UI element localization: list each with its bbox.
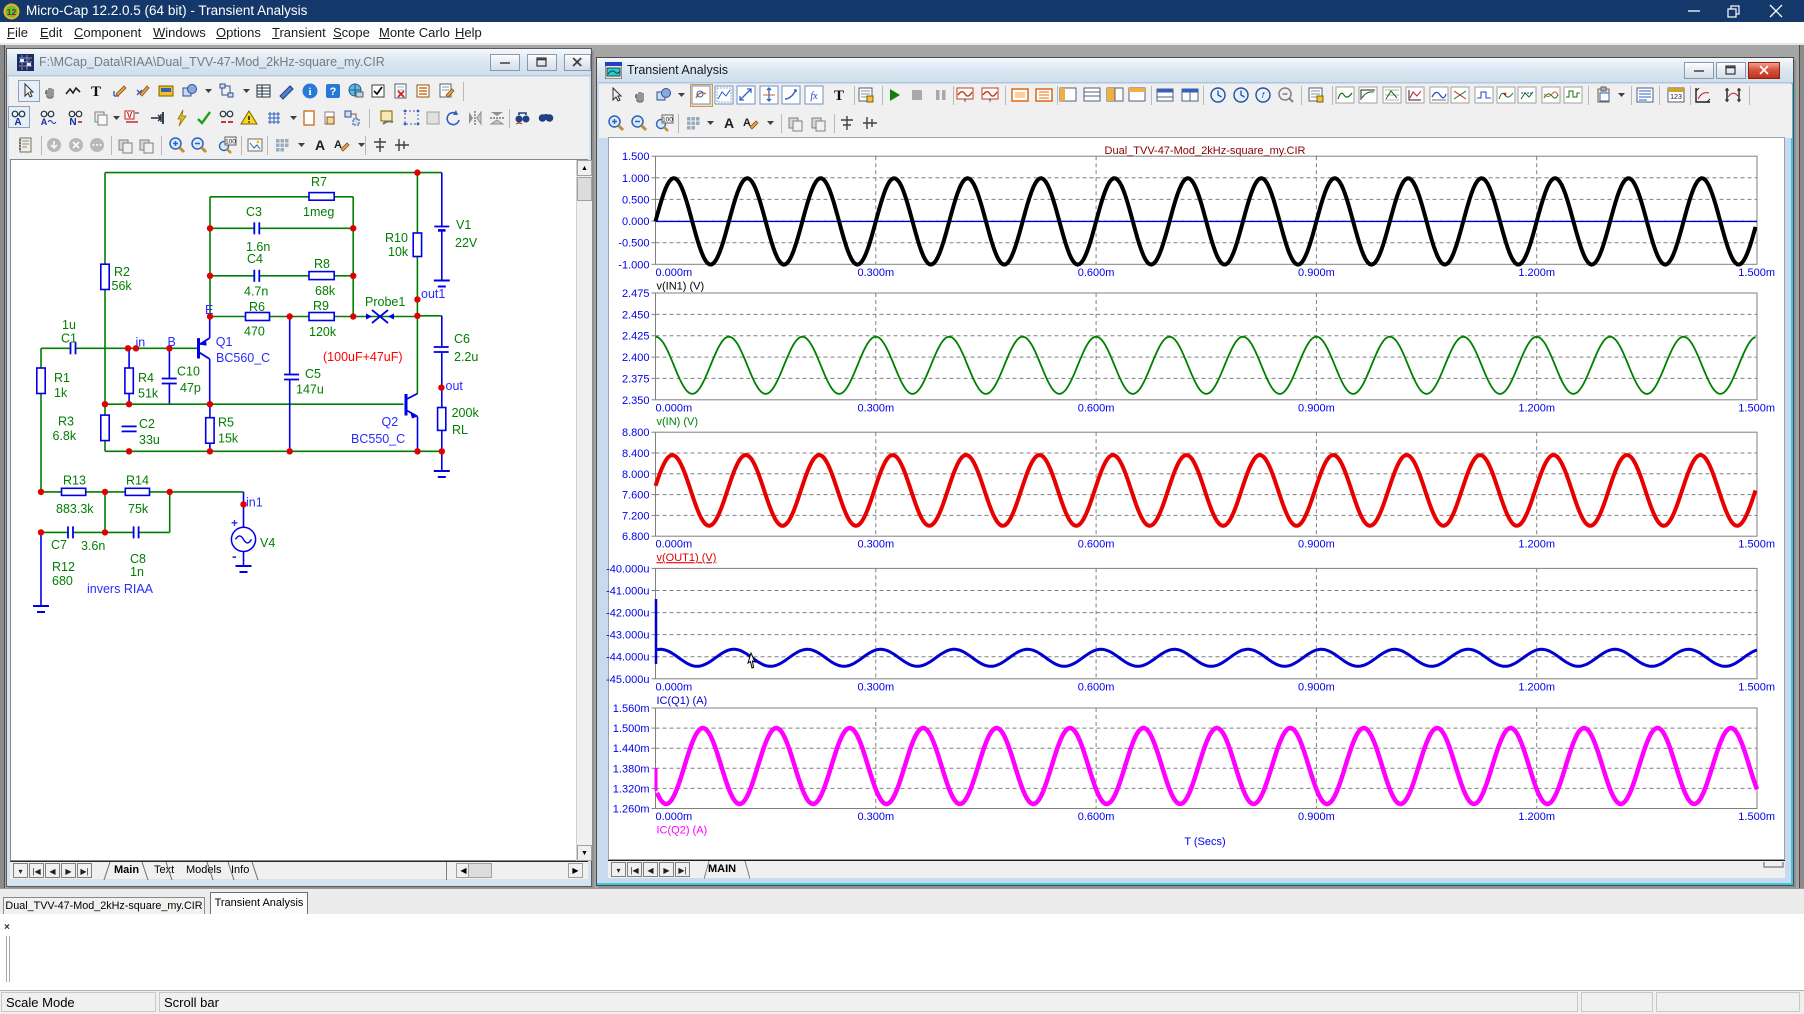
svg-text:-45.000u: -45.000u [606, 674, 649, 686]
svg-text:IC(Q1) (A): IC(Q1) (A) [657, 695, 708, 707]
svg-text:1.260m: 1.260m [613, 804, 650, 816]
svg-text:1.440m: 1.440m [613, 743, 650, 755]
svg-text:1.500m: 1.500m [1738, 402, 1775, 414]
svg-text:1.200m: 1.200m [1518, 811, 1555, 823]
svg-text:0.900m: 0.900m [1298, 539, 1335, 551]
svg-text:8.800: 8.800 [622, 427, 650, 439]
svg-text:0.900m: 0.900m [1298, 811, 1335, 823]
svg-text:2.375: 2.375 [622, 373, 650, 385]
svg-text:0.600m: 0.600m [1078, 267, 1115, 279]
svg-text:v(IN1) (V): v(IN1) (V) [657, 280, 705, 292]
svg-text:-40.000u: -40.000u [606, 563, 649, 575]
svg-text:1.500: 1.500 [622, 151, 650, 163]
svg-text:0.600m: 0.600m [1078, 811, 1115, 823]
svg-text:1.200m: 1.200m [1518, 402, 1555, 414]
svg-text:7.600: 7.600 [622, 490, 650, 502]
svg-text:1.200m: 1.200m [1518, 539, 1555, 551]
svg-text:8.000: 8.000 [622, 469, 650, 481]
svg-text:0.900m: 0.900m [1298, 402, 1335, 414]
svg-text:0.900m: 0.900m [1298, 267, 1335, 279]
svg-text:6.800: 6.800 [622, 531, 650, 543]
svg-text:1.500m: 1.500m [1738, 811, 1775, 823]
svg-text:Dual_TVV-47-Mod_2kHz-square_my: Dual_TVV-47-Mod_2kHz-square_my.CIR [1105, 145, 1306, 157]
svg-text:0.600m: 0.600m [1078, 402, 1115, 414]
svg-text:2.450: 2.450 [622, 309, 650, 321]
svg-text:0.300m: 0.300m [857, 267, 894, 279]
svg-text:0.300m: 0.300m [857, 402, 894, 414]
svg-text:1.500m: 1.500m [613, 723, 650, 735]
svg-text:0.300m: 0.300m [857, 811, 894, 823]
svg-text:0.000m: 0.000m [656, 539, 693, 551]
svg-text:1.320m: 1.320m [613, 783, 650, 795]
svg-text:2.350: 2.350 [622, 395, 650, 407]
svg-text:0.000m: 0.000m [656, 811, 693, 823]
svg-text:0.300m: 0.300m [857, 539, 894, 551]
svg-text:-41.000u: -41.000u [606, 586, 649, 598]
svg-text:v(OUT1) (V): v(OUT1) (V) [657, 552, 717, 564]
svg-text:7.200: 7.200 [622, 510, 650, 522]
svg-text:8.400: 8.400 [622, 448, 650, 460]
svg-text:1.380m: 1.380m [613, 763, 650, 775]
svg-text:-42.000u: -42.000u [606, 608, 649, 620]
svg-text:1.500m: 1.500m [1738, 681, 1775, 693]
svg-text:1.560m: 1.560m [613, 703, 650, 715]
svg-text:-43.000u: -43.000u [606, 630, 649, 642]
svg-text:v(IN) (V): v(IN) (V) [657, 416, 699, 428]
svg-text:0.000: 0.000 [622, 216, 650, 228]
svg-text:-44.000u: -44.000u [606, 652, 649, 664]
svg-text:0.000m: 0.000m [656, 402, 693, 414]
svg-text:0.000m: 0.000m [656, 267, 693, 279]
svg-text:T (Secs): T (Secs) [1184, 836, 1225, 848]
svg-text:0.300m: 0.300m [857, 681, 894, 693]
svg-text:0.600m: 0.600m [1078, 539, 1115, 551]
svg-text:0.500: 0.500 [622, 194, 650, 206]
svg-text:1.500m: 1.500m [1738, 267, 1775, 279]
svg-text:1.500m: 1.500m [1738, 539, 1775, 551]
svg-text:-0.500: -0.500 [618, 238, 649, 250]
svg-text:IC(Q2) (A): IC(Q2) (A) [657, 825, 708, 837]
svg-text:-1.000: -1.000 [618, 259, 649, 271]
svg-text:0.600m: 0.600m [1078, 681, 1115, 693]
svg-text:2.400: 2.400 [622, 352, 650, 364]
svg-text:1.000: 1.000 [622, 173, 650, 185]
svg-text:0.900m: 0.900m [1298, 681, 1335, 693]
svg-text:0.000m: 0.000m [656, 681, 693, 693]
svg-text:1.200m: 1.200m [1518, 681, 1555, 693]
svg-text:2.475: 2.475 [622, 288, 650, 300]
svg-text:1.200m: 1.200m [1518, 267, 1555, 279]
svg-text:2.425: 2.425 [622, 331, 650, 343]
